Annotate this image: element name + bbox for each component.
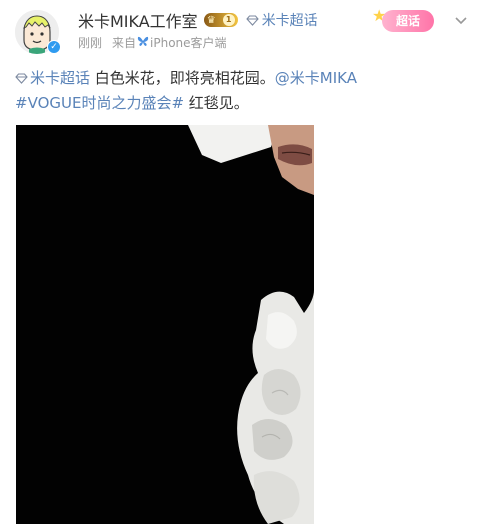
post-image[interactable] xyxy=(16,125,314,524)
member-badge[interactable]: ♛ 1 xyxy=(203,13,238,27)
post-header: ✓ 米卡MIKA工作室 ♛ 1 米卡超话 刚刚 来自 iPhone客户端 ★ 超… xyxy=(0,0,480,62)
author-name[interactable]: 米卡MIKA工作室 xyxy=(78,8,198,32)
post-text-1: 白色米花，即将亮相花园。 xyxy=(90,69,275,87)
post-time: 刚刚 xyxy=(78,36,103,50)
author-super-topic-label: 米卡超话 xyxy=(261,13,318,29)
hashtag-link[interactable]: #VOGUE时尚之力盛会# xyxy=(15,94,184,112)
mention-link[interactable]: @米卡MIKA xyxy=(275,69,357,87)
chevron-down-icon[interactable] xyxy=(453,12,469,28)
post-meta: 刚刚 来自 iPhone客户端 xyxy=(78,34,227,51)
member-level: 1 xyxy=(222,14,235,26)
super-topic-button[interactable]: ★ 超话 xyxy=(372,6,444,36)
author-name-row: 米卡MIKA工作室 ♛ 1 米卡超话 xyxy=(78,8,318,32)
super-topic-button-label: 超话 xyxy=(382,10,434,32)
crown-icon: ♛ xyxy=(206,14,216,26)
post-text-2: 红毯见。 xyxy=(184,94,249,112)
source-prefix: 来自 xyxy=(112,36,137,50)
diamond-icon xyxy=(245,14,262,26)
verified-badge-icon: ✓ xyxy=(47,40,61,54)
author-super-topic-link[interactable]: 米卡超话 xyxy=(245,10,318,30)
post-topic-link[interactable]: 米卡超话 xyxy=(15,69,90,87)
source-name[interactable]: iPhone客户端 xyxy=(150,34,227,51)
butterfly-icon xyxy=(137,36,149,50)
post-body: 米卡超话 白色米花，即将亮相花园。@米卡MIKA #VOGUE时尚之力盛会# 红毯… xyxy=(15,66,470,116)
post-topic-label: 米卡超话 xyxy=(30,69,91,87)
